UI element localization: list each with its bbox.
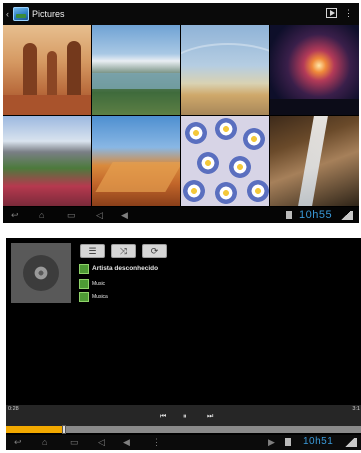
previous-button[interactable]: ⏮ bbox=[160, 413, 166, 420]
overflow-menu-icon[interactable]: ⋮ bbox=[344, 8, 353, 18]
lock-icon bbox=[285, 438, 291, 446]
thumbnail-flower-meadow-mountain[interactable] bbox=[3, 116, 91, 206]
flower-icon bbox=[183, 180, 205, 202]
thumbnail-fireworks[interactable] bbox=[270, 25, 359, 115]
progress-fill bbox=[6, 426, 63, 433]
cd-disc-icon bbox=[23, 255, 59, 291]
music-screenshot: ☰ ⤨ ⟳ Artista desconhecido Music Musica … bbox=[6, 238, 361, 450]
action-bar: ‹ Pictures ⋮ bbox=[3, 3, 359, 25]
thumbnail-desert-rock-formations[interactable] bbox=[3, 25, 91, 115]
volume-up-icon[interactable]: ◀ bbox=[123, 437, 130, 447]
thumbnail-beach-dunes[interactable] bbox=[181, 25, 269, 115]
album-art bbox=[11, 243, 71, 303]
track-icon bbox=[79, 292, 89, 302]
transport-bar: 0:28 3:1 ⏮ ⏸ ⏭ bbox=[6, 405, 361, 426]
flower-icon bbox=[185, 122, 207, 144]
flower-icon bbox=[215, 118, 237, 140]
home-icon[interactable]: ⌂ bbox=[39, 210, 44, 220]
album-icon bbox=[79, 279, 89, 289]
play-indicator-icon: ▶ bbox=[268, 437, 275, 447]
elapsed-time: 0:28 bbox=[8, 406, 19, 412]
recent-apps-icon[interactable]: ▭ bbox=[67, 210, 76, 220]
wifi-icon bbox=[339, 211, 353, 220]
flower-icon bbox=[247, 180, 269, 202]
thumbnail-blue-flowers[interactable] bbox=[181, 116, 269, 206]
thumbnail-grid bbox=[3, 25, 359, 207]
pause-button[interactable]: ⏸ bbox=[183, 413, 187, 420]
thumbnail-mountain-lake[interactable] bbox=[92, 25, 180, 115]
page-title: Pictures bbox=[32, 9, 65, 19]
flower-icon bbox=[197, 152, 219, 174]
back-arrow-icon[interactable]: ‹ bbox=[6, 10, 9, 19]
volume-down-icon[interactable]: ◁ bbox=[96, 210, 103, 220]
back-icon[interactable]: ↩ bbox=[11, 210, 19, 220]
clock: 10h55 bbox=[299, 209, 333, 221]
volume-up-icon[interactable]: ◀ bbox=[121, 210, 128, 220]
lock-icon bbox=[286, 211, 292, 219]
clock: 10h51 bbox=[303, 436, 334, 447]
next-button[interactable]: ⏭ bbox=[207, 413, 213, 420]
system-bar: ↩ ⌂ ▭ ◁ ◀ 10h55 bbox=[3, 207, 359, 223]
list-button[interactable]: ☰ bbox=[80, 244, 105, 258]
thumbnail-waterfall[interactable] bbox=[270, 116, 359, 206]
recent-apps-icon[interactable]: ▭ bbox=[70, 437, 79, 447]
system-bar: ↩ ⌂ ▭ ◁ ◀ ⋮ ▶ 10h51 bbox=[6, 435, 361, 450]
track-label: Musica bbox=[92, 294, 108, 300]
gallery-screenshot: ‹ Pictures ⋮ ↩ ⌂ ▭ ◁ ◀ 10h55 bbox=[3, 3, 359, 223]
wifi-icon bbox=[343, 438, 357, 447]
artist-icon bbox=[79, 264, 89, 274]
home-icon[interactable]: ⌂ bbox=[42, 437, 47, 447]
flower-icon bbox=[243, 128, 265, 150]
gallery-app-icon[interactable] bbox=[13, 7, 29, 21]
flower-icon bbox=[215, 182, 237, 204]
album-label: Music bbox=[92, 281, 106, 287]
total-time: 3:1 bbox=[352, 406, 360, 412]
artist-label: Artista desconhecido bbox=[92, 265, 159, 272]
flower-icon bbox=[229, 156, 251, 178]
volume-down-icon[interactable]: ◁ bbox=[98, 437, 105, 447]
thumbnail-sand-dunes[interactable] bbox=[92, 116, 180, 206]
progress-bar[interactable] bbox=[6, 425, 361, 434]
progress-handle[interactable] bbox=[61, 425, 66, 434]
menu-icon[interactable]: ⋮ bbox=[152, 437, 161, 447]
repeat-button[interactable]: ⟳ bbox=[142, 244, 167, 258]
slideshow-play-icon[interactable] bbox=[326, 8, 337, 18]
back-icon[interactable]: ↩ bbox=[14, 437, 22, 447]
shuffle-button[interactable]: ⤨ bbox=[111, 244, 136, 258]
